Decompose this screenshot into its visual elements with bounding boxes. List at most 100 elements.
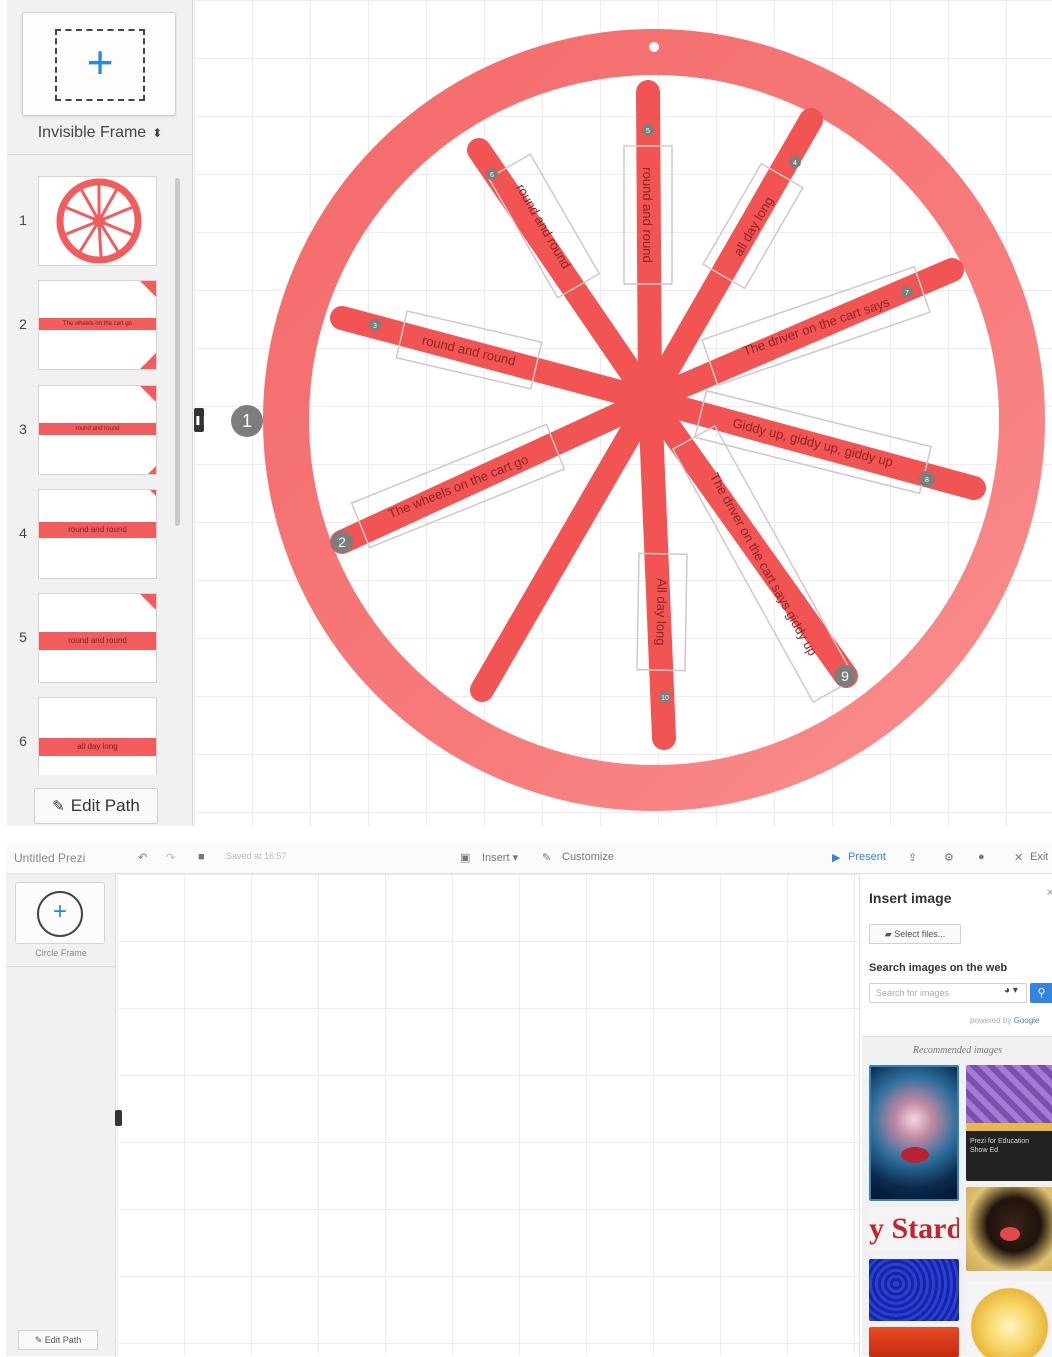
path-step-number: 9: [841, 668, 849, 684]
path-thumbnail[interactable]: round and round: [38, 489, 157, 579]
image-caption: Prezi for Education Show Ed: [966, 1131, 1052, 1181]
globe-dropdown-icon[interactable]: ◕ ▾: [1004, 985, 1018, 996]
path-step-number: 2: [338, 534, 346, 550]
path-thumbnail[interactable]: [38, 176, 157, 266]
path-step-number: 6: [490, 172, 494, 179]
select-files-button[interactable]: ▰ Select files...: [869, 924, 961, 944]
path-thumbnail[interactable]: The wheels on the cart go: [38, 280, 157, 370]
frame-type-selector[interactable]: Invisible Frame ⬍: [15, 124, 185, 142]
search-button[interactable]: ⚲: [1030, 983, 1052, 1003]
top-toolbar: Untitled Prezi ↶ ↷ ■ Saved at 16:57 ▣ In…: [6, 842, 1052, 874]
exit-button[interactable]: Exit: [1030, 851, 1048, 863]
path-step-number: 4: [19, 525, 27, 541]
panel-title: Insert image: [869, 890, 952, 906]
pencil-icon: ✎: [34, 1335, 45, 1345]
close-icon[interactable]: ✕: [1046, 888, 1052, 899]
sidebar-divider: [7, 154, 193, 155]
recommended-image[interactable]: [966, 1281, 1052, 1357]
edit-path-button[interactable]: ✎ Edit Path: [34, 788, 158, 824]
add-frame-button[interactable]: +: [22, 12, 176, 116]
presentation-title[interactable]: Untitled Prezi: [14, 851, 85, 865]
insert-icon[interactable]: ▣: [460, 851, 470, 864]
google-brand: Google: [1013, 1016, 1040, 1025]
edit-path-button[interactable]: ✎ Edit Path: [18, 1330, 98, 1350]
sidebar-divider: [6, 966, 116, 967]
spoke-label: Giddy up, giddy up, giddy up: [731, 415, 895, 469]
insert-image-panel: Insert image ✕ ▰ Select files... Search …: [859, 874, 1052, 1357]
thumbnail-corner: [150, 490, 156, 496]
undo-icon[interactable]: ↶: [138, 851, 147, 864]
recommended-image[interactable]: [869, 1065, 959, 1201]
customize-menu[interactable]: Customize: [562, 851, 614, 863]
path-thumbnail[interactable]: round and round: [38, 385, 157, 475]
thumbnail-text: round and round: [39, 423, 156, 435]
path-step-number: 10: [661, 695, 669, 702]
wheel-spoke[interactable]: [638, 388, 676, 750]
spoke-label: All day long: [653, 578, 669, 645]
path-step-5[interactable]: 5 round and round: [7, 593, 187, 685]
path-thumbnails-list: 1 2 The wheels on the cart go 3 round an…: [7, 160, 193, 775]
spoke-label: The wheels on the cart go: [386, 451, 530, 521]
edit-path-label: Edit Path: [44, 1335, 82, 1345]
path-thumbnail[interactable]: round and round: [38, 593, 157, 683]
pencil-icon: ✎: [542, 852, 552, 864]
folder-icon: ▰: [884, 929, 895, 939]
prezi-canvas[interactable]: round and round all day long The driver on…: [194, 0, 1052, 826]
thumbnails-scrollbar[interactable]: [175, 178, 180, 526]
frames-sidebar: + Invisible Frame ⬍ 1 2 The wheels on th…: [7, 0, 193, 826]
insert-menu[interactable]: Insert ▾: [482, 851, 518, 864]
search-section-title: Search images on the web: [869, 962, 1008, 974]
recommended-image[interactable]: [966, 1187, 1052, 1271]
thumbnail-corner: [148, 466, 156, 474]
edit-path-label: Edit Path: [70, 796, 140, 815]
play-icon[interactable]: ▶: [832, 851, 840, 864]
sidebar-toggle-handle[interactable]: ❚❚: [194, 408, 209, 432]
save-status: Saved at 16:57: [226, 851, 287, 861]
recommended-image[interactable]: [869, 1259, 959, 1321]
redo-icon[interactable]: ↷: [166, 851, 175, 864]
path-step-number: 7: [905, 290, 909, 297]
path-step-6[interactable]: 6 all day long: [7, 697, 187, 775]
path-thumbnail[interactable]: all day long: [38, 697, 157, 775]
plus-icon: +: [52, 898, 67, 925]
recommended-image[interactable]: [869, 1327, 959, 1357]
share-icon[interactable]: ⇪: [908, 851, 917, 864]
path-step-4[interactable]: 4 round and round: [7, 489, 187, 581]
thumbnail-text: round and round: [39, 522, 156, 538]
image-detail: [1000, 1227, 1020, 1241]
thumbnail-corner: [140, 594, 156, 610]
add-circle-frame-button[interactable]: +: [15, 882, 105, 944]
wheel-thumbnail-image: [56, 178, 142, 264]
path-step-badge[interactable]: 1: [231, 405, 263, 437]
recommended-image[interactable]: y Stard: [869, 1207, 959, 1251]
gear-icon[interactable]: ⚙: [944, 851, 954, 864]
present-button[interactable]: Present: [848, 851, 886, 863]
save-icon[interactable]: ■: [198, 851, 205, 863]
close-icon[interactable]: ✕: [1014, 851, 1023, 864]
path-step-3[interactable]: 3 round and round: [7, 385, 187, 477]
sidebar-toggle-handle[interactable]: [115, 1110, 122, 1126]
spoke-label: round and round: [640, 167, 655, 262]
path-step-1[interactable]: 1: [7, 176, 187, 268]
search-icon: ⚲: [1037, 987, 1046, 999]
frame-type-selector[interactable]: Circle Frame: [12, 948, 110, 958]
top-editor-panel: + Invisible Frame ⬍ 1 2 The wheels on th…: [0, 0, 1052, 826]
thumbnail-text: all day long: [39, 738, 156, 756]
updown-arrows-icon: ⬍: [152, 126, 163, 140]
path-step-2[interactable]: 2 The wheels on the cart go: [7, 280, 187, 372]
path-step-number: 8: [925, 477, 929, 484]
help-icon[interactable]: ●: [978, 851, 985, 863]
frame-type-label: Invisible Frame: [37, 124, 147, 141]
path-step-number: 3: [19, 421, 27, 437]
image-detail: [901, 1147, 929, 1163]
plus-icon: +: [86, 36, 114, 88]
screenshot-separator: [0, 826, 1052, 842]
powered-by-text: powered by Google: [970, 1016, 1040, 1025]
recommended-image[interactable]: Prezi for Education Show Ed: [966, 1065, 1052, 1181]
cart-wheel-graphic[interactable]: round and round all day longThe driver on…: [194, 0, 1052, 826]
empty-prezi-canvas[interactable]: [117, 874, 859, 1356]
thumbnail-corner: [140, 281, 156, 297]
path-step-number: 5: [19, 629, 27, 645]
path-step-number: 1: [19, 212, 27, 228]
wheel-hub: [622, 372, 678, 428]
